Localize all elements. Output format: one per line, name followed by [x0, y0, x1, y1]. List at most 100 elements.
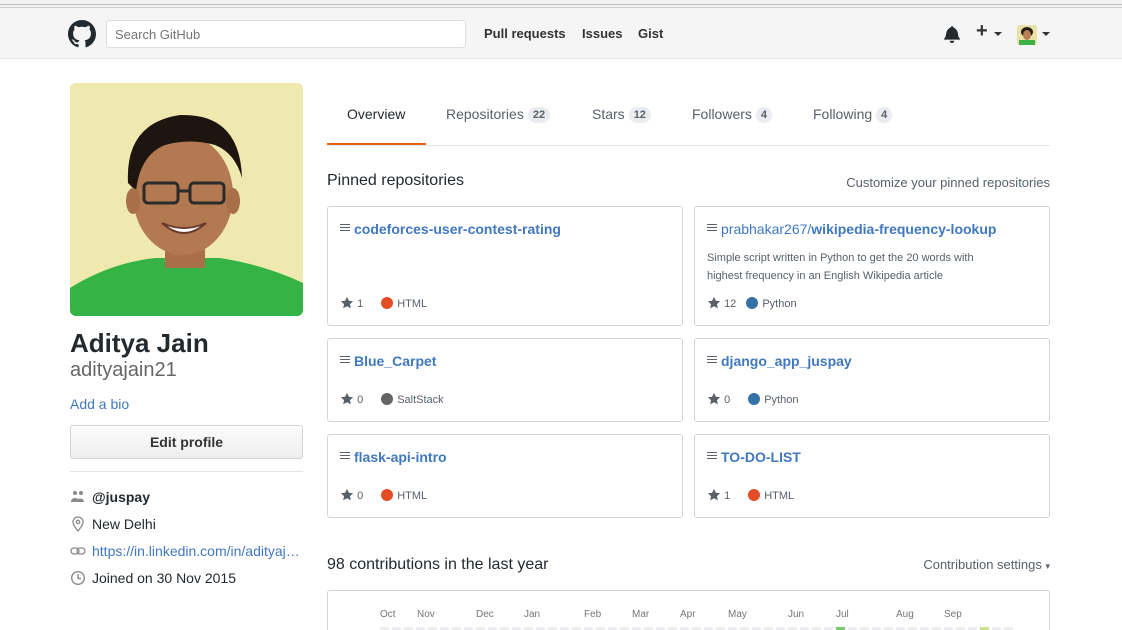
month-label: Aug [896, 609, 914, 620]
repo-name-link[interactable]: flask-api-intro [354, 449, 447, 465]
repo-name: flask-api-intro [354, 449, 447, 465]
month-label: Jun [788, 609, 805, 620]
detail-website: https://in.linkedin.com/in/adityajain21 [70, 541, 303, 561]
repo-icon [707, 452, 717, 462]
profile-fullname: Aditya Jain [70, 328, 209, 358]
month-label: Nov [417, 609, 435, 620]
repo-name-link[interactable]: codeforces-user-contest-rating [354, 221, 561, 237]
repo-language: HTML [764, 490, 795, 502]
tab-followers[interactable]: Followers 4 [692, 104, 773, 124]
pinned-repo-card: flask-api-intro 0 HTML [327, 434, 683, 518]
language-color-dot [381, 297, 394, 309]
language-color-dot [381, 393, 394, 405]
repo-name: wikipedia-frequency-lookup [811, 221, 997, 237]
repo-language: Python [762, 298, 797, 310]
star-icon [340, 392, 354, 405]
repo-language: HTML [397, 490, 428, 502]
repo-stars: 0 [357, 394, 364, 406]
tab-repositories[interactable]: Repositories 22 [446, 104, 551, 124]
profile-avatar [70, 83, 303, 316]
joined-text: Joined on 30 Nov 2015 [92, 570, 236, 586]
website-link[interactable]: https://in.linkedin.com/in/adityajain21 [92, 541, 302, 561]
repo-name: codeforces-user-contest-rating [354, 221, 561, 237]
selected-tab-underline [327, 143, 426, 145]
nav-gist[interactable]: Gist [638, 26, 663, 41]
month-label: Mar [632, 609, 650, 620]
repo-meta: 0 Python [707, 392, 798, 408]
month-label: Dec [476, 609, 494, 620]
repo-language: SaltStack [397, 394, 444, 406]
repo-icon [707, 356, 717, 366]
detail-location: New Delhi [70, 514, 303, 534]
contribution-calendar: Oct Nov Dec Jan Feb Mar Apr May Jun Jul … [327, 590, 1050, 630]
pinned-repo-card: prabhakar267/wikipedia-frequency-lookup … [694, 206, 1050, 326]
repo-name-link[interactable]: TO-DO-LIST [721, 449, 801, 465]
pinned-repo-card: django_app_juspay 0 Python [694, 338, 1050, 422]
repo-stars: 12 [724, 298, 737, 310]
chevron-down-icon: ▾ [1045, 561, 1050, 571]
repo-name: TO-DO-LIST [721, 449, 801, 465]
chevron-down-icon[interactable] [1042, 32, 1050, 36]
contribution-settings-label: Contribution settings [923, 557, 1042, 572]
tab-label: Stars [592, 106, 625, 122]
month-label: Oct [380, 609, 396, 620]
repo-language: Python [764, 394, 799, 406]
customize-pinned-link[interactable]: Customize your pinned repositories [846, 175, 1050, 190]
profile-username: adityajain21 [70, 359, 177, 381]
repo-name-link[interactable]: Blue_Carpet [354, 353, 436, 369]
repo-name-link[interactable]: django_app_juspay [721, 353, 852, 369]
month-label: Apr [680, 609, 696, 620]
star-icon [340, 296, 354, 309]
bell-icon[interactable] [944, 25, 960, 43]
tab-counter: 12 [628, 107, 651, 124]
repo-stars: 0 [357, 490, 364, 502]
repo-meta: 0 SaltStack [340, 392, 444, 408]
search-input[interactable] [106, 20, 466, 48]
contributions-title: 98 contributions in the last year [327, 556, 549, 573]
repo-name-link[interactable]: prabhakar267/wikipedia-frequency-lookup [721, 221, 996, 237]
tab-label: Repositories [446, 106, 524, 122]
tab-following[interactable]: Following 4 [813, 104, 893, 124]
tab-label: Followers [692, 106, 752, 122]
chevron-down-icon[interactable] [994, 32, 1002, 36]
language-color-dot [381, 489, 394, 501]
repo-icon [340, 452, 350, 462]
tab-counter: 22 [527, 107, 551, 124]
repo-meta: 0 HTML [340, 488, 427, 504]
edit-profile-button[interactable]: Edit profile [70, 425, 303, 459]
location-icon [72, 516, 84, 532]
tab-counter: 4 [876, 107, 893, 124]
repo-owner: prabhakar267/ [721, 221, 812, 237]
month-label: Feb [584, 609, 602, 620]
tab-overview[interactable]: Overview [347, 104, 405, 124]
month-label: Jul [836, 609, 849, 620]
clock-icon [70, 570, 86, 586]
repo-description: Simple script written in Python to get t… [707, 252, 974, 282]
link-icon [70, 547, 86, 555]
browser-chrome-strip [0, 0, 1122, 8]
tab-label: Overview [347, 106, 406, 122]
organization-icon [71, 491, 84, 502]
detail-organization: @juspay [70, 487, 303, 507]
pinned-repo-card: TO-DO-LIST 1 HTML [694, 434, 1050, 518]
tab-stars[interactable]: Stars 12 [592, 104, 651, 124]
add-bio-link[interactable]: Add a bio [70, 396, 129, 412]
repo-meta: 1 HTML [707, 488, 794, 504]
contribution-settings-dropdown[interactable]: Contribution settings ▾ [923, 557, 1050, 572]
nav-issues[interactable]: Issues [582, 26, 622, 41]
star-icon [707, 392, 721, 405]
organization-text[interactable]: @juspay [92, 487, 302, 507]
user-avatar-small[interactable] [1017, 25, 1037, 45]
repo-meta: 1 HTML [340, 296, 427, 312]
repo-icon [340, 356, 350, 366]
create-new-plus-icon[interactable]: + [976, 21, 988, 41]
star-icon [340, 488, 354, 501]
language-color-dot [748, 393, 761, 405]
star-icon [707, 488, 721, 501]
github-logo-icon[interactable] [68, 20, 96, 48]
repo-stars: 0 [724, 394, 731, 406]
detail-joined: Joined on 30 Nov 2015 [70, 568, 303, 588]
pinned-title: Pinned repositories [327, 172, 464, 189]
repo-stars: 1 [357, 298, 364, 310]
nav-pull-requests[interactable]: Pull requests [484, 26, 566, 41]
